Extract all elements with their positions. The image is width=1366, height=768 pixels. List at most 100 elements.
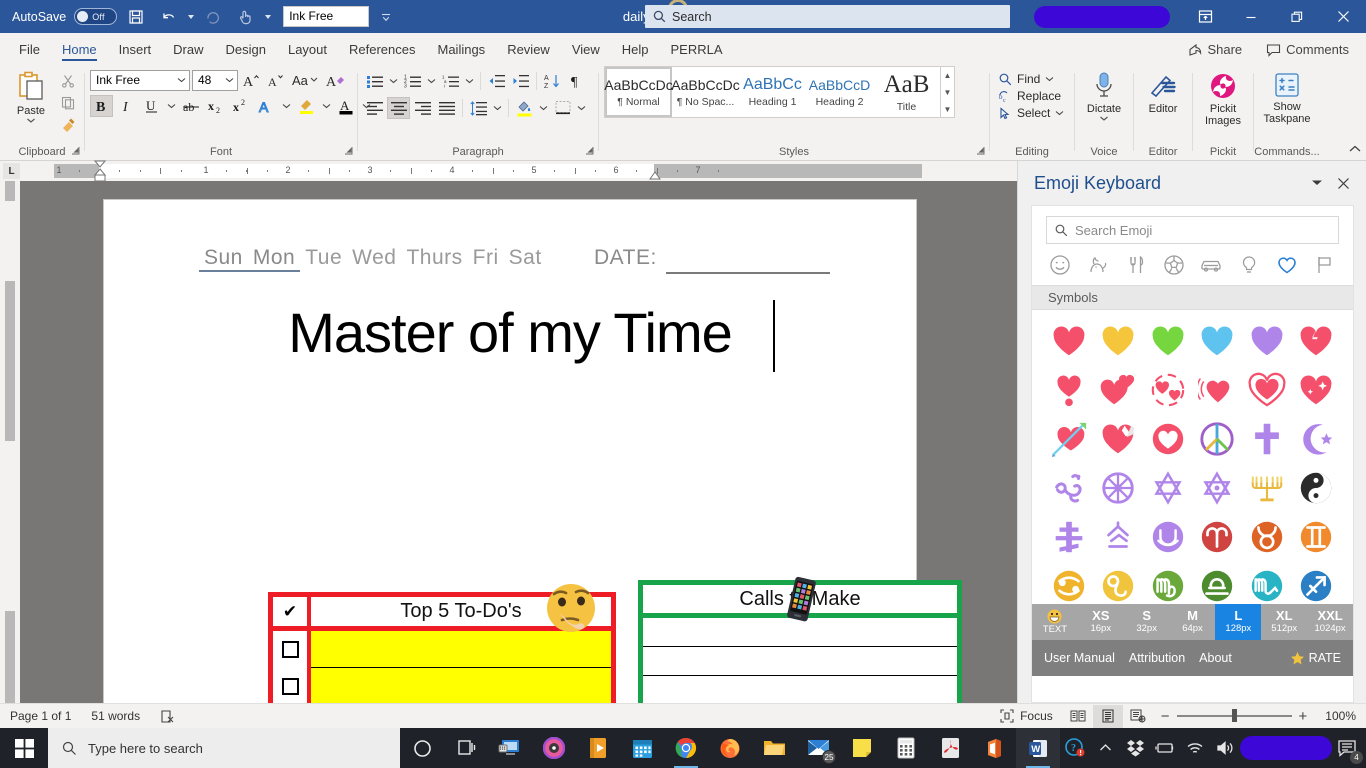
size-text[interactable]: TEXT — [1032, 604, 1078, 640]
styles-scroll-up-icon[interactable]: ▲ — [941, 67, 954, 83]
style-no-spacing[interactable]: AaBbCcDc ¶ No Spac... — [672, 67, 739, 117]
tab-stop-selector[interactable]: L — [3, 163, 20, 179]
category-symbols-heart-icon[interactable] — [1273, 252, 1301, 278]
paste-dropdown-icon[interactable] — [26, 117, 36, 124]
read-mode-icon[interactable] — [1063, 705, 1093, 728]
emoji-sparkling-heart[interactable] — [1292, 366, 1342, 413]
wifi-icon[interactable] — [1180, 728, 1210, 768]
help-icon[interactable]: ? — [1060, 728, 1090, 768]
table-row[interactable] — [643, 647, 957, 676]
calendar-icon[interactable] — [620, 728, 664, 768]
bullets-dropdown-icon[interactable] — [387, 70, 400, 92]
clear-formatting-icon[interactable]: A — [324, 69, 347, 91]
emoji-broken-heart[interactable] — [1292, 317, 1342, 364]
strikethrough-button[interactable]: ab — [180, 95, 203, 117]
volume-icon[interactable] — [1210, 728, 1240, 768]
category-animals-animal-icon[interactable] — [1084, 252, 1112, 278]
weekday-wed[interactable]: Wed — [347, 246, 401, 270]
firefox-icon[interactable] — [708, 728, 752, 768]
emoji-beating-heart[interactable] — [1193, 366, 1243, 413]
text-highlight-color-icon[interactable] — [295, 95, 318, 117]
weekday-sat[interactable]: Sat — [504, 246, 547, 270]
emoji-purple-heart[interactable] — [1242, 317, 1292, 364]
print-layout-icon[interactable] — [1093, 705, 1123, 728]
emoji-two-hearts[interactable] — [1094, 366, 1144, 413]
shading-dropdown-icon[interactable] — [537, 97, 550, 119]
underline-dropdown-icon[interactable] — [165, 95, 178, 117]
category-activities-soccer-ball-icon[interactable] — [1160, 252, 1188, 278]
emoji-scorpio[interactable] — [1242, 562, 1292, 609]
category-smileys-smiley-face-icon[interactable] — [1046, 252, 1074, 278]
battery-icon[interactable] — [1150, 728, 1180, 768]
tab-draw[interactable]: Draw — [162, 39, 214, 63]
emoji-revolving-hearts[interactable] — [1143, 366, 1193, 413]
size-xl[interactable]: XL 512px — [1261, 604, 1307, 640]
table-row[interactable] — [643, 676, 957, 703]
show-hidden-icons-icon[interactable] — [1090, 728, 1120, 768]
touch-mode-icon[interactable] — [232, 5, 258, 29]
style-heading-1[interactable]: AaBbCc Heading 1 — [739, 67, 806, 117]
numbering-dropdown-icon[interactable] — [425, 70, 438, 92]
emoji-om[interactable] — [1044, 464, 1094, 511]
increase-font-size-icon[interactable]: A — [240, 69, 263, 91]
restore-button[interactable] — [1274, 0, 1320, 33]
action-center-icon[interactable]: 4 — [1332, 728, 1362, 768]
emoji-star-of-david[interactable] — [1143, 464, 1193, 511]
tab-layout[interactable]: Layout — [277, 39, 338, 63]
zoom-out-button[interactable]: − — [1161, 708, 1170, 725]
quick-font-field[interactable]: Ink Free — [283, 6, 369, 27]
style-title[interactable]: AaB Title — [873, 67, 940, 117]
bullets-icon[interactable] — [363, 70, 386, 92]
tab-insert[interactable]: Insert — [108, 39, 163, 63]
replace-button[interactable]: bc Replace — [995, 88, 1068, 104]
emoji-yin-yang[interactable] — [1292, 464, 1342, 511]
find-dropdown-icon[interactable] — [1045, 76, 1054, 82]
proofing-errors-icon[interactable] — [150, 704, 185, 729]
undo-dropdown-icon[interactable] — [188, 15, 194, 19]
autosave-toggle[interactable]: Off — [74, 8, 117, 25]
emoji-dotted-six-pointed-star[interactable] — [1193, 464, 1243, 511]
sort-icon[interactable]: AZ — [541, 70, 564, 92]
emoji-menorah[interactable] — [1242, 464, 1292, 511]
emoji-heart-with-ribbon[interactable] — [1094, 415, 1144, 462]
font-size-combobox[interactable]: 48 — [192, 70, 238, 91]
size-m[interactable]: M 64px — [1170, 604, 1216, 640]
collapse-ribbon-icon[interactable] — [1348, 143, 1362, 158]
emoji-libra[interactable] — [1193, 562, 1243, 609]
find-button[interactable]: Find — [995, 71, 1068, 87]
increase-indent-icon[interactable] — [509, 70, 532, 92]
taskbar-search-box[interactable]: Type here to search — [48, 728, 400, 768]
sticky-notes-icon[interactable] — [840, 728, 884, 768]
line-spacing-dropdown-icon[interactable] — [491, 97, 504, 119]
undo-icon[interactable] — [155, 5, 181, 29]
emoji-peace-symbol[interactable] — [1193, 415, 1243, 462]
emoji-star-and-crescent[interactable] — [1292, 415, 1342, 462]
emoji-search-input[interactable]: Search Emoji — [1046, 216, 1339, 244]
document-page[interactable]: Sun Mon Tue Wed Thurs Fri Sat DATE: Mast… — [104, 200, 916, 703]
style-normal[interactable]: AaBbCcDc ¶ Normal — [605, 67, 672, 117]
zoom-thumb[interactable] — [1232, 709, 1237, 722]
right-indent-marker[interactable] — [649, 171, 661, 180]
font-name-combobox[interactable]: Ink Free — [90, 70, 190, 91]
zoom-track[interactable] — [1177, 715, 1292, 717]
emoji-green-heart[interactable] — [1143, 317, 1193, 364]
page-indicator[interactable]: Page 1 of 1 — [0, 704, 81, 729]
styles-scroll-down-icon[interactable]: ▼ — [941, 84, 954, 100]
numbering-icon[interactable]: 123 — [401, 70, 424, 92]
file-explorer-icon[interactable] — [752, 728, 796, 768]
borders-icon[interactable] — [551, 97, 574, 119]
size-xxl[interactable]: XXL 1024px — [1307, 604, 1353, 640]
checkbox[interactable] — [282, 678, 299, 695]
weekday-fri[interactable]: Fri — [468, 246, 504, 270]
weekday-mon[interactable]: Mon — [248, 246, 300, 272]
emoji-growing-heart[interactable] — [1242, 366, 1292, 413]
emoji-leo[interactable] — [1094, 562, 1144, 609]
user-manual-link[interactable]: User Manual — [1044, 651, 1115, 665]
table-cell[interactable] — [643, 647, 957, 676]
ribbon-display-options-icon[interactable] — [1182, 0, 1228, 33]
superscript-button[interactable]: x2 — [230, 95, 253, 117]
highlight-dropdown-icon[interactable] — [320, 95, 333, 117]
change-case-icon[interactable]: Aa — [290, 69, 322, 91]
emoji-latin-cross[interactable] — [1242, 415, 1292, 462]
emoji-place-of-worship[interactable] — [1094, 513, 1144, 560]
